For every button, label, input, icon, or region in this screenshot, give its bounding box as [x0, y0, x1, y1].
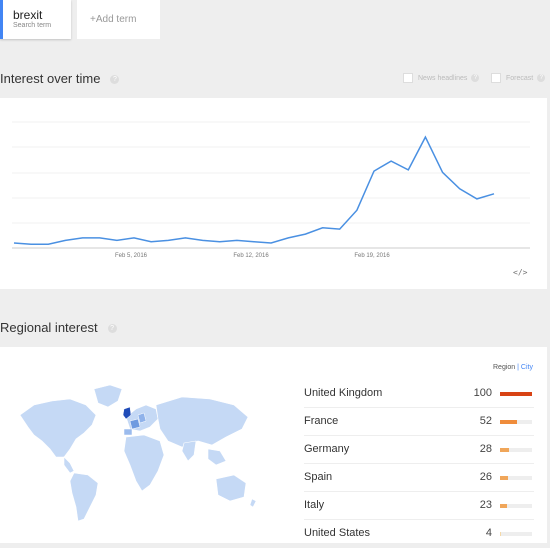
interest-chart-panel: Feb 5, 2016 Feb 12, 2016 Feb 19, 2016 [0, 98, 547, 289]
value-bar-track [500, 448, 532, 452]
list-item[interactable]: United States 4 [304, 520, 534, 548]
country-value: 4 [485, 527, 492, 539]
country-name: Italy [304, 499, 325, 511]
question-icon[interactable]: ? [110, 75, 120, 85]
regional-interest-title: Regional interest? [0, 320, 117, 335]
forecast-option[interactable]: Forecast? [491, 73, 546, 83]
country-value: 28 [479, 443, 492, 455]
search-term-type: Search term [13, 22, 52, 29]
map-se-asia [207, 448, 227, 466]
map-central-america [63, 456, 75, 474]
map-africa [123, 434, 165, 492]
question-icon[interactable]: ? [537, 74, 546, 82]
map-asia [155, 396, 249, 448]
country-name: Spain [304, 471, 333, 483]
country-value: 26 [479, 471, 492, 483]
news-headlines-option[interactable]: News headlines? [403, 73, 480, 83]
region-city-toggle[interactable]: Region | City [493, 364, 533, 371]
list-item[interactable]: Italy 23 [304, 492, 534, 520]
value-bar [500, 532, 502, 536]
map-france [129, 418, 141, 430]
country-name: France [304, 415, 339, 427]
list-item[interactable]: France 52 [304, 408, 534, 436]
news-headlines-checkbox[interactable] [403, 73, 413, 83]
map-north-america [19, 398, 97, 458]
value-bar-track [500, 532, 532, 536]
value-bar-track [500, 420, 532, 424]
forecast-label: Forecast [506, 74, 534, 82]
question-icon[interactable]: ? [107, 324, 117, 334]
question-icon[interactable]: ? [471, 74, 480, 82]
map-india [181, 440, 197, 462]
value-bar-track [500, 504, 532, 508]
regional-title-text: Regional interest [0, 320, 98, 335]
value-bar [500, 476, 509, 480]
value-bar [500, 420, 517, 424]
value-bar [500, 504, 508, 508]
search-term-chip[interactable]: brexit Search term [0, 0, 71, 39]
value-bar [500, 392, 532, 396]
country-value: 23 [479, 499, 492, 511]
map-south-america [69, 472, 99, 522]
list-item[interactable]: Germany 28 [304, 436, 534, 464]
list-item[interactable]: Spain 26 [304, 464, 534, 492]
x-tick-label: Feb 19, 2016 [354, 253, 390, 259]
interest-series-line [13, 135, 495, 245]
toggle-city[interactable]: City [521, 364, 533, 371]
map-new-zealand [249, 498, 257, 508]
map-greenland [93, 384, 123, 408]
country-name: Germany [304, 443, 350, 455]
country-value: 100 [473, 387, 492, 399]
map-australia [215, 474, 247, 502]
map-spain [123, 428, 133, 436]
interest-title-text: Interest over time [0, 71, 101, 86]
toggle-region[interactable]: Region [493, 364, 515, 371]
value-bar [500, 448, 509, 452]
interest-line-chart: Feb 5, 2016 Feb 12, 2016 Feb 19, 2016 [12, 121, 530, 259]
country-name: United States [304, 527, 371, 539]
forecast-checkbox[interactable] [491, 73, 501, 83]
x-tick-label: Feb 12, 2016 [233, 253, 269, 259]
search-term-label: brexit [13, 8, 43, 22]
world-map[interactable] [12, 375, 262, 525]
interest-over-time-title: Interest over time? [0, 71, 120, 86]
add-term-button[interactable]: +Add term [77, 0, 160, 39]
regional-list: United Kingdom 100 France 52 Germany 28 Spain 2… [304, 380, 534, 548]
value-bar-track [500, 476, 532, 480]
embed-code-icon[interactable]: </> [513, 268, 527, 277]
news-headlines-label: News headlines [418, 74, 468, 82]
country-name: United Kingdom [304, 387, 383, 399]
x-tick-label: Feb 5, 2016 [115, 253, 148, 259]
country-value: 52 [479, 415, 492, 427]
list-item[interactable]: United Kingdom 100 [304, 380, 534, 408]
value-bar-track [500, 392, 532, 396]
